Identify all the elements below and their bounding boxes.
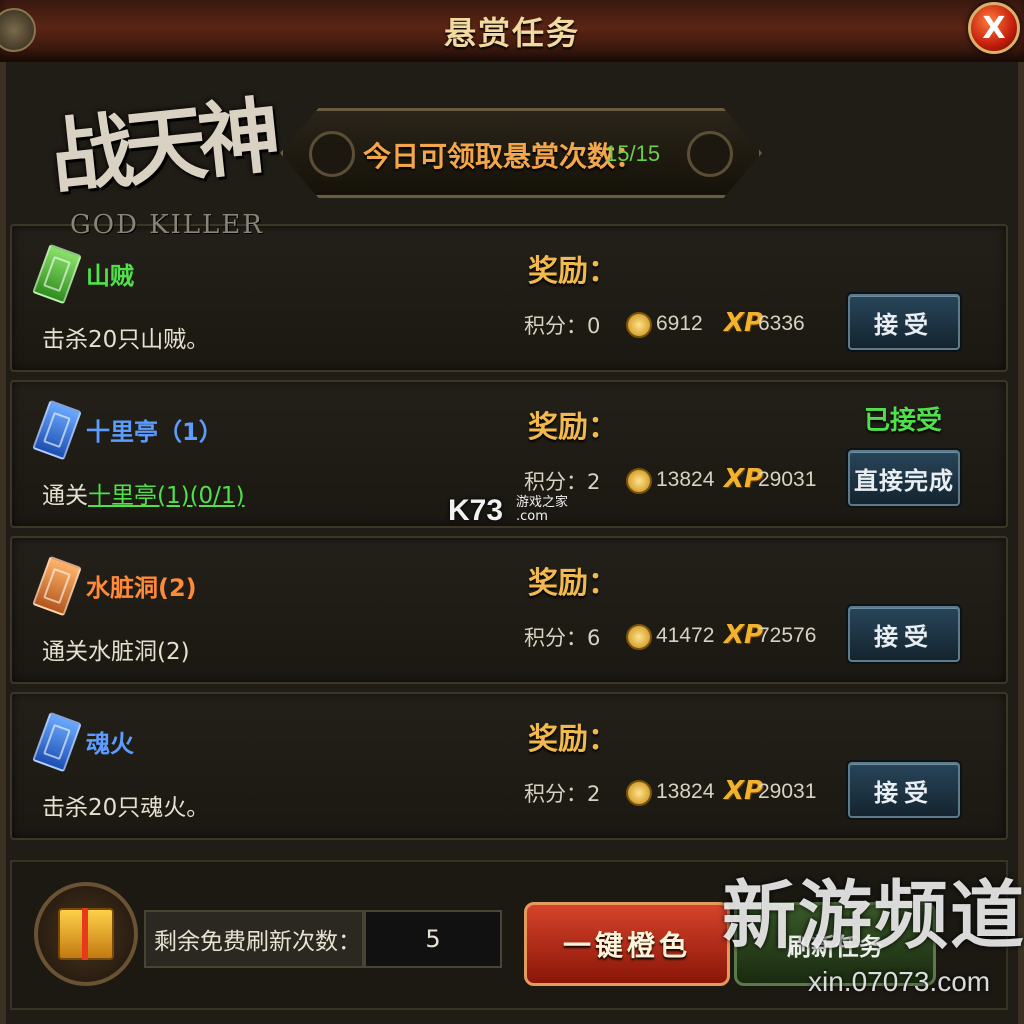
score-value: 积分：2 xyxy=(524,470,601,494)
banner-ornament-icon xyxy=(687,131,733,177)
gold-coin-icon xyxy=(626,624,652,650)
gold-value: 41472 xyxy=(656,624,715,647)
task-row: 十里亭（1） 通关十里亭(1)(0/1) 奖励： 已接受 积分：2 13824 … xyxy=(10,380,1008,528)
gold-coin-icon xyxy=(626,468,652,494)
task-description: 击杀20只魂火。 xyxy=(42,795,210,821)
gold-value: 13824 xyxy=(656,468,715,491)
task-description: 击杀20只山贼。 xyxy=(42,327,210,353)
xp-value: 29031 xyxy=(758,468,817,491)
xp-value: 72576 xyxy=(758,624,817,647)
task-description: 通关水脏洞(2) xyxy=(42,639,190,665)
bounty-ticket-icon xyxy=(32,555,82,617)
accept-button[interactable]: 接受 xyxy=(848,294,960,350)
stage-link[interactable]: 十里亭(1)(0/1) xyxy=(88,483,245,509)
daily-count-value: 15/15 xyxy=(605,141,661,166)
score-value: 积分：6 xyxy=(524,626,601,650)
title-bar: 悬赏任务 X xyxy=(0,0,1024,65)
daily-count-banner: 今日可领取悬赏次数： 15/15 xyxy=(280,108,762,198)
free-refresh-count: 5 xyxy=(364,910,502,968)
score-value: 积分：0 xyxy=(524,314,601,338)
gold-value: 6912 xyxy=(656,312,703,335)
task-row: 水脏洞(2) 通关水脏洞(2) 奖励： 积分：6 41472 XP 72576 … xyxy=(10,536,1008,684)
gold-value: 13824 xyxy=(656,780,715,803)
xp-value: 6336 xyxy=(758,312,805,335)
logo-text: 战天神 xyxy=(46,87,278,207)
task-row: 魂火 击杀20只魂火。 奖励： 积分：2 13824 XP 29031 接受 xyxy=(10,692,1008,840)
close-button[interactable]: X xyxy=(968,2,1020,54)
task-name: 水脏洞(2) xyxy=(86,574,197,602)
gold-coin-icon xyxy=(626,780,652,806)
window-title: 悬赏任务 xyxy=(443,14,580,52)
gold-coin-icon xyxy=(626,312,652,338)
treasure-box-icon[interactable] xyxy=(34,882,138,986)
banner-ornament-icon xyxy=(309,131,355,177)
task-name: 十里亭（1） xyxy=(86,418,223,446)
bounty-ticket-icon xyxy=(32,399,82,461)
bounty-ticket-icon xyxy=(32,711,82,773)
task-name: 魂火 xyxy=(86,730,134,758)
xp-value: 29031 xyxy=(758,780,817,803)
instant-complete-button[interactable]: 直接完成 xyxy=(848,450,960,506)
accepted-status: 已接受 xyxy=(864,406,943,436)
reward-label: 奖励： xyxy=(528,722,618,757)
game-logo: 战天神 GOD KILLER xyxy=(40,60,300,280)
task-description: 通关十里亭(1)(0/1) xyxy=(42,483,245,509)
reward-label: 奖励： xyxy=(528,566,618,601)
free-refresh-label: 剩余免费刷新次数： xyxy=(144,910,364,968)
accept-button[interactable]: 接受 xyxy=(848,606,960,662)
daily-count-label: 今日可领取悬赏次数： xyxy=(363,140,644,173)
score-value: 积分：2 xyxy=(524,782,601,806)
xin-watermark: 新游频道 xyxy=(722,873,1024,959)
k73-watermark-sub: 游戏之家 .com xyxy=(516,495,569,524)
k73-watermark: K73 xyxy=(448,494,504,527)
reward-label: 奖励： xyxy=(528,410,618,445)
xin-watermark-url: xin.07073.com xyxy=(808,966,991,997)
accept-button[interactable]: 接受 xyxy=(848,762,960,818)
one-click-orange-button[interactable]: 一键橙色 xyxy=(524,902,730,986)
logo-subtext: GOD KILLER xyxy=(70,210,264,240)
reward-label: 奖励： xyxy=(528,254,618,289)
